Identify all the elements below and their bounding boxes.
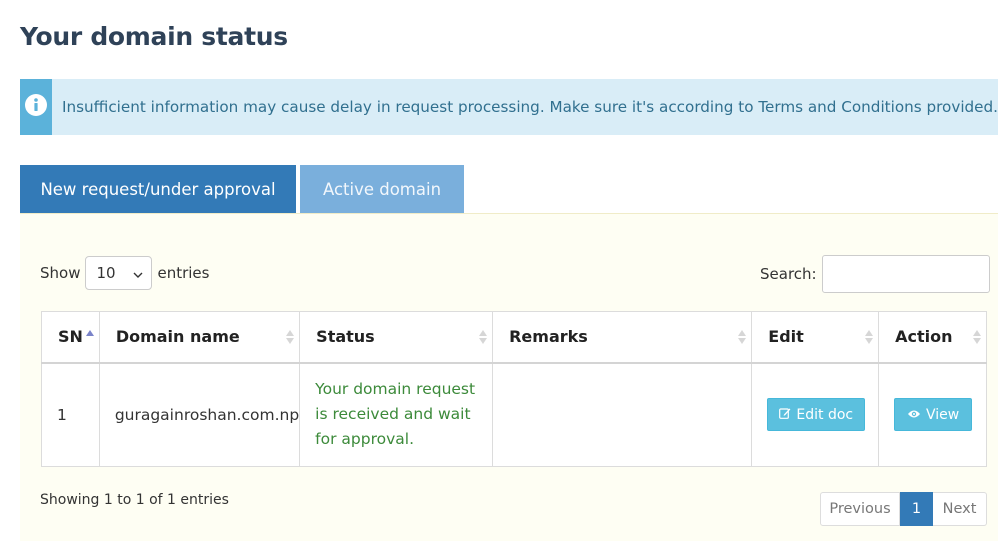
- view-label: View: [925, 406, 960, 423]
- pagination-previous[interactable]: Previous: [820, 492, 900, 526]
- edit-doc-label: Edit doc: [796, 406, 854, 423]
- sort-icon: [479, 330, 488, 344]
- domain-table: SN Domain name Status Remarks Edit Actio…: [41, 311, 987, 467]
- page-title: Your domain status: [20, 22, 288, 51]
- table-row: 1 guragainroshan.com.np Your domain requ…: [41, 362, 987, 467]
- table-info: Showing 1 to 1 of 1 entries: [40, 492, 229, 508]
- search-input[interactable]: [821, 255, 990, 293]
- column-header-action[interactable]: Action: [878, 311, 987, 364]
- eye-icon: [907, 407, 921, 423]
- info-alert: Insufficient information may cause delay…: [20, 79, 998, 135]
- cell-remarks: [492, 362, 753, 467]
- info-circle-icon: [25, 93, 47, 121]
- pagination: Previous 1 Next: [820, 492, 987, 526]
- cell-sn: 1: [41, 362, 100, 467]
- column-header-domain-name[interactable]: Domain name: [98, 311, 301, 364]
- cell-action: View: [878, 362, 987, 467]
- chevron-down-icon: [133, 264, 143, 282]
- edit-icon: [779, 407, 791, 423]
- column-header-sn[interactable]: SN: [41, 311, 100, 364]
- sort-icon: [286, 330, 295, 344]
- alert-message: Insufficient information may cause delay…: [62, 98, 998, 116]
- column-header-remarks[interactable]: Remarks: [492, 311, 753, 364]
- tab-new-request[interactable]: New request/under approval: [20, 165, 296, 214]
- entries-length-control: Show 10 entries: [40, 256, 209, 290]
- tab-panel: Show 10 entries Search: SN Domain name S…: [20, 213, 998, 541]
- search-label: Search:: [760, 265, 817, 283]
- sort-icon: [738, 330, 747, 344]
- pagination-next[interactable]: Next: [933, 492, 987, 526]
- cell-domain-name: guragainroshan.com.np: [98, 362, 301, 467]
- alert-icon-box: [20, 79, 52, 135]
- view-button[interactable]: View: [894, 398, 973, 432]
- tab-active-domain[interactable]: Active domain: [300, 165, 464, 214]
- entries-label: entries: [157, 264, 210, 282]
- cell-edit: Edit doc: [751, 362, 880, 467]
- domain-tabs: New request/under approval Active domain: [20, 165, 464, 214]
- search-control: Search:: [760, 255, 990, 293]
- sort-asc-icon: [86, 330, 94, 336]
- column-header-edit[interactable]: Edit: [751, 311, 880, 364]
- sort-icon: [865, 330, 874, 344]
- entries-select[interactable]: 10: [85, 256, 153, 290]
- status-text: Your domain request is received and wait…: [315, 380, 476, 449]
- entries-select-value: 10: [96, 264, 116, 282]
- sort-icon: [973, 330, 981, 344]
- edit-doc-button[interactable]: Edit doc: [767, 398, 866, 432]
- column-header-status[interactable]: Status: [299, 311, 494, 364]
- show-label: Show: [40, 264, 81, 282]
- pagination-page-1[interactable]: 1: [900, 492, 933, 526]
- table-header-row: SN Domain name Status Remarks Edit Actio…: [41, 311, 987, 364]
- cell-status: Your domain request is received and wait…: [299, 362, 494, 467]
